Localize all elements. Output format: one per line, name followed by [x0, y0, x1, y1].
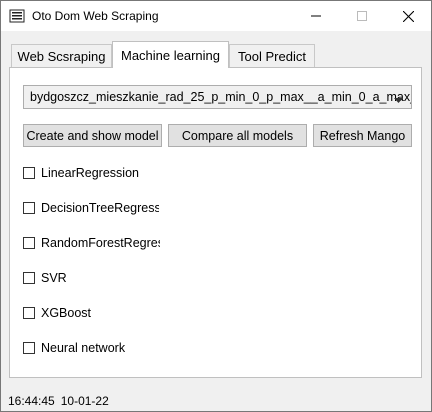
checkbox-box[interactable]	[23, 342, 35, 354]
checkbox-box[interactable]	[23, 202, 35, 214]
checkbox-random-forest-regressor[interactable]: RandomForestRegressor	[23, 236, 160, 250]
chevron-down-icon	[394, 93, 403, 107]
create-and-show-model-button[interactable]: Create and show model	[23, 124, 162, 147]
close-button[interactable]	[385, 1, 431, 31]
checkbox-label: Neural network	[41, 341, 126, 355]
checkbox-box[interactable]	[23, 237, 35, 249]
status-bar: 16:44:45 10-01-22	[8, 394, 109, 408]
app-window: Oto Dom Web Scraping Web Scsraping Machi…	[0, 0, 432, 412]
maximize-button[interactable]	[339, 1, 385, 31]
status-time: 16:44:45	[8, 394, 55, 408]
checkbox-decision-tree-regressor[interactable]: DecisionTreeRegressor	[23, 201, 159, 215]
checkbox-label: DecisionTreeRegressor	[41, 201, 159, 215]
tab-label: Tool Predict	[238, 49, 306, 64]
status-date: 10-01-22	[60, 394, 109, 408]
checkbox-svr[interactable]: SVR	[23, 271, 67, 285]
compare-button-label: Compare all models	[181, 128, 294, 143]
close-icon	[402, 10, 414, 22]
checkbox-label: RandomForestRegressor	[41, 236, 160, 250]
dataset-select[interactable]: bydgoszcz_mieszkanie_rad_25_p_min_0_p_ma…	[23, 85, 412, 109]
title-bar: Oto Dom Web Scraping	[1, 1, 431, 31]
checkbox-label: SVR	[41, 271, 67, 285]
checkbox-label: LinearRegression	[41, 166, 139, 180]
compare-all-models-button[interactable]: Compare all models	[168, 124, 307, 147]
checkbox-label: XGBoost	[41, 306, 92, 320]
machine-learning-panel: bydgoszcz_mieszkanie_rad_25_p_min_0_p_ma…	[9, 67, 422, 378]
checkbox-neural-network[interactable]: Neural network	[23, 341, 125, 355]
minimize-button[interactable]	[293, 1, 339, 31]
tab-tool-predict[interactable]: Tool Predict	[229, 44, 315, 68]
refresh-button-label: Refresh Mango	[319, 128, 406, 143]
create-button-label: Create and show model	[26, 128, 159, 143]
maximize-icon	[357, 11, 367, 21]
tab-label: Web Scsraping	[17, 49, 106, 64]
checkbox-box[interactable]	[23, 272, 35, 284]
checkbox-xgboost[interactable]: XGBoost	[23, 306, 91, 320]
window-title: Oto Dom Web Scraping	[32, 9, 159, 23]
minimize-icon	[311, 15, 321, 17]
checkbox-linear-regression[interactable]: LinearRegression	[23, 166, 139, 180]
tab-machine-learning[interactable]: Machine learning	[112, 41, 229, 68]
checkbox-box[interactable]	[23, 167, 35, 179]
dataset-select-value: bydgoszcz_mieszkanie_rad_25_p_min_0_p_ma…	[30, 90, 412, 104]
checkbox-box[interactable]	[23, 307, 35, 319]
tab-web-scraping[interactable]: Web Scsraping	[11, 44, 112, 68]
app-icon	[9, 8, 25, 24]
refresh-mango-button[interactable]: Refresh Mango	[313, 124, 412, 147]
tab-label: Machine learning	[120, 47, 220, 63]
